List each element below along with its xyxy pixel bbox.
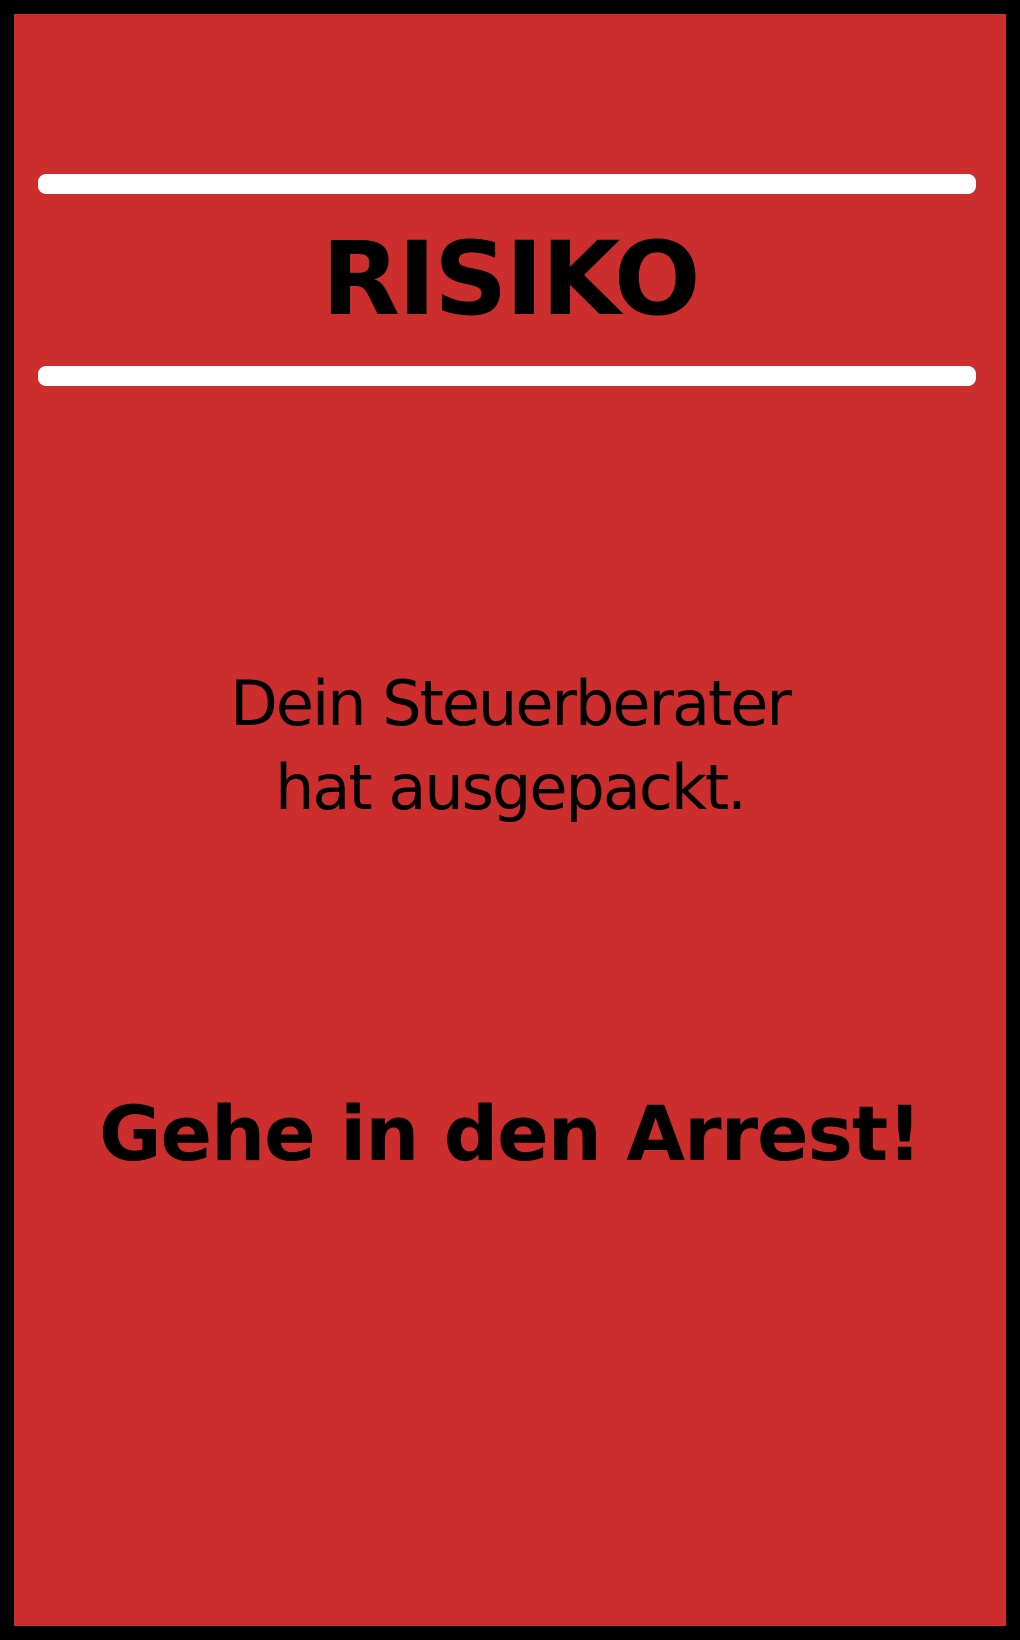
card-message: Dein Steuerberater hat ausgepackt.: [14, 662, 1006, 830]
card-message-line-2: hat ausgepackt.: [275, 751, 747, 824]
top-divider: [38, 174, 976, 194]
card-action: Gehe in den Arrest!: [99, 1089, 922, 1178]
bottom-divider: [38, 366, 976, 386]
card-title: RISIKO: [321, 220, 700, 339]
card-message-line-1: Dein Steuerberater: [230, 667, 792, 740]
risk-card: RISIKO Dein Steuerberater hat ausgepackt…: [14, 14, 1006, 1626]
